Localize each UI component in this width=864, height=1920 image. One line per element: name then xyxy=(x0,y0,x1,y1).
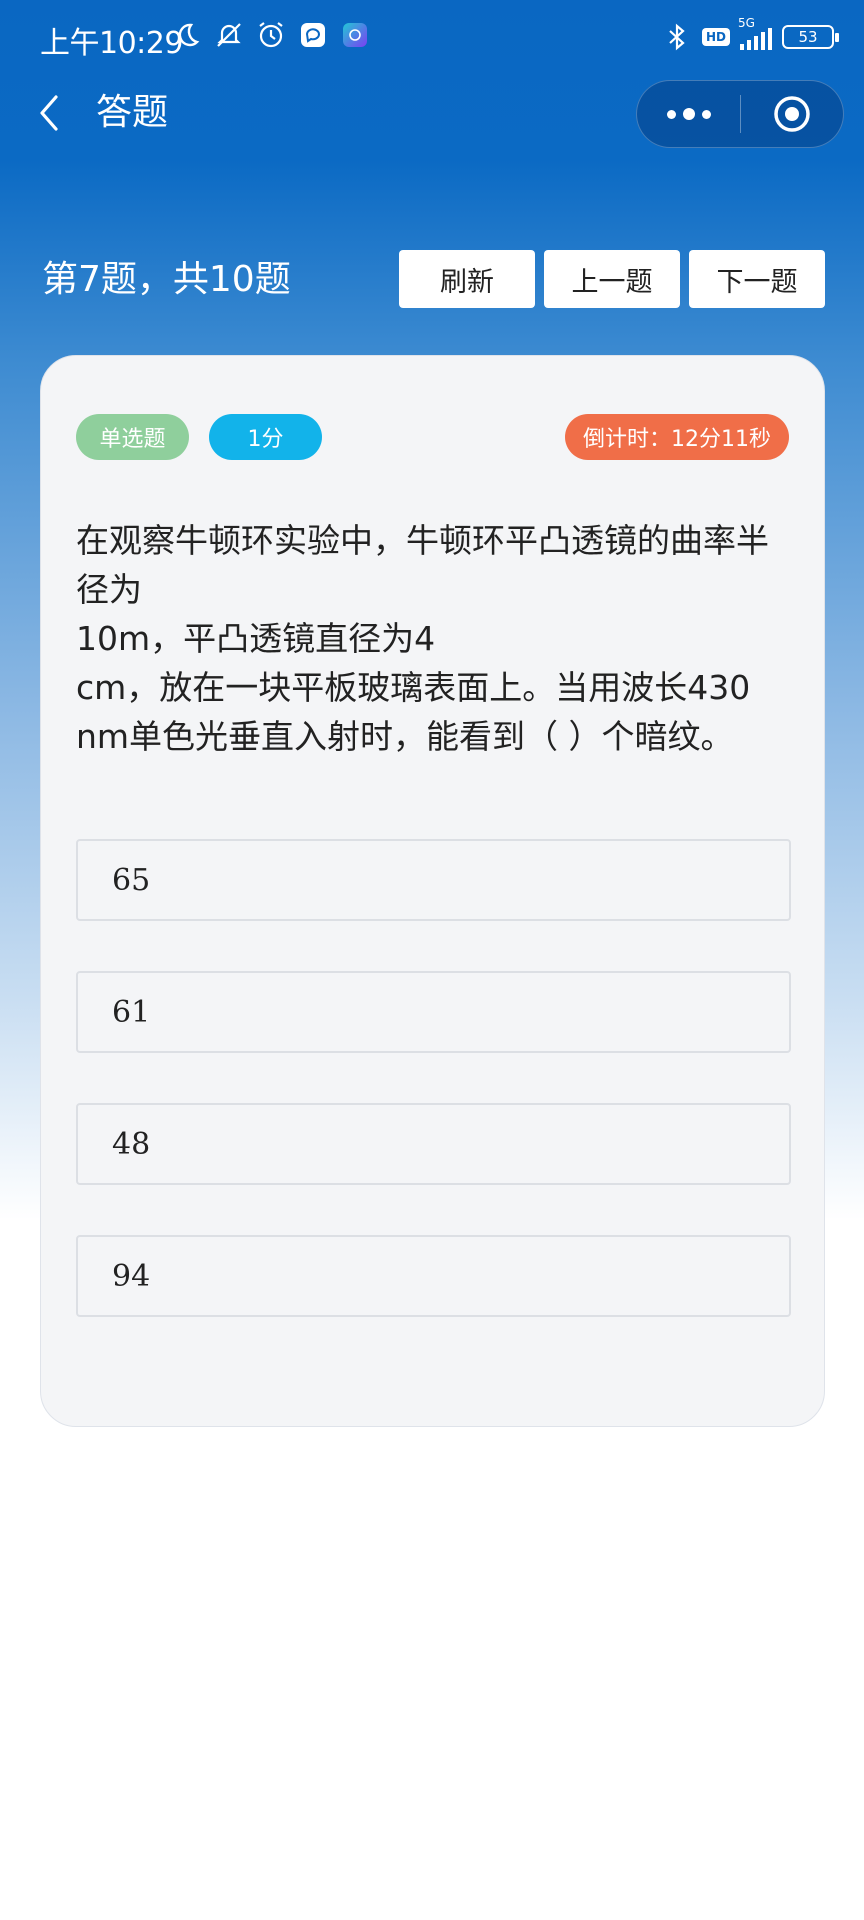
battery-indicator: 53 xyxy=(782,25,839,49)
countdown-timer: 倒计时：12分11秒 xyxy=(565,414,789,460)
question-text: 在观察牛顿环实验中，牛顿环平凸透镜的曲率半径为 10m，平凸透镜直径为4 cm，… xyxy=(76,521,769,756)
bluetooth-icon xyxy=(662,22,692,52)
page-title: 答题 xyxy=(96,92,169,133)
next-question-button[interactable]: 下一题 xyxy=(689,250,825,308)
status-time: 上午10:29 xyxy=(40,26,183,61)
option-label: 48 xyxy=(112,1126,151,1162)
option-label: 61 xyxy=(112,994,151,1030)
target-close-icon xyxy=(774,96,810,132)
back-button[interactable] xyxy=(28,90,68,136)
battery-level: 53 xyxy=(798,28,818,46)
network-type: 5G xyxy=(738,16,755,30)
score-badge: 1分 xyxy=(209,414,322,460)
option-b[interactable]: 61 xyxy=(76,971,791,1053)
option-c[interactable]: 48 xyxy=(76,1103,791,1185)
canva-app-icon xyxy=(340,20,370,50)
hd-badge: HD xyxy=(701,28,730,46)
moon-icon xyxy=(172,20,202,50)
app-notification-icon xyxy=(298,20,328,50)
prev-question-button[interactable]: 上一题 xyxy=(544,250,680,308)
status-icons-left xyxy=(172,20,370,50)
mute-bell-icon xyxy=(214,20,244,50)
signal-indicator: 5G xyxy=(738,16,772,50)
option-a[interactable]: 65 xyxy=(76,839,791,921)
question-type-badge: 单选题 xyxy=(76,414,189,460)
progress-row: 第7题，共10题 刷新 上一题 下一题 xyxy=(0,250,864,310)
status-icons-right: HD 5G 53 xyxy=(662,16,839,52)
nav-bar: 答题 xyxy=(0,78,864,150)
chevron-left-icon xyxy=(40,95,58,131)
question-progress: 第7题，共10题 xyxy=(42,259,291,300)
option-d[interactable]: 94 xyxy=(76,1235,791,1317)
close-miniprogram-button[interactable] xyxy=(741,80,843,148)
refresh-button[interactable]: 刷新 xyxy=(399,250,535,308)
more-button[interactable] xyxy=(637,80,740,148)
miniprogram-capsule xyxy=(636,80,844,148)
status-bar: 上午10:29 HD 5G 53 xyxy=(0,0,864,78)
alarm-icon xyxy=(256,20,286,50)
question-card: 单选题 1分 倒计时：12分11秒 在观察牛顿环实验中，牛顿环平凸透镜的曲率半径… xyxy=(40,355,825,1427)
option-label: 94 xyxy=(112,1258,151,1294)
more-dots-icon xyxy=(666,109,676,119)
option-label: 65 xyxy=(112,862,151,898)
